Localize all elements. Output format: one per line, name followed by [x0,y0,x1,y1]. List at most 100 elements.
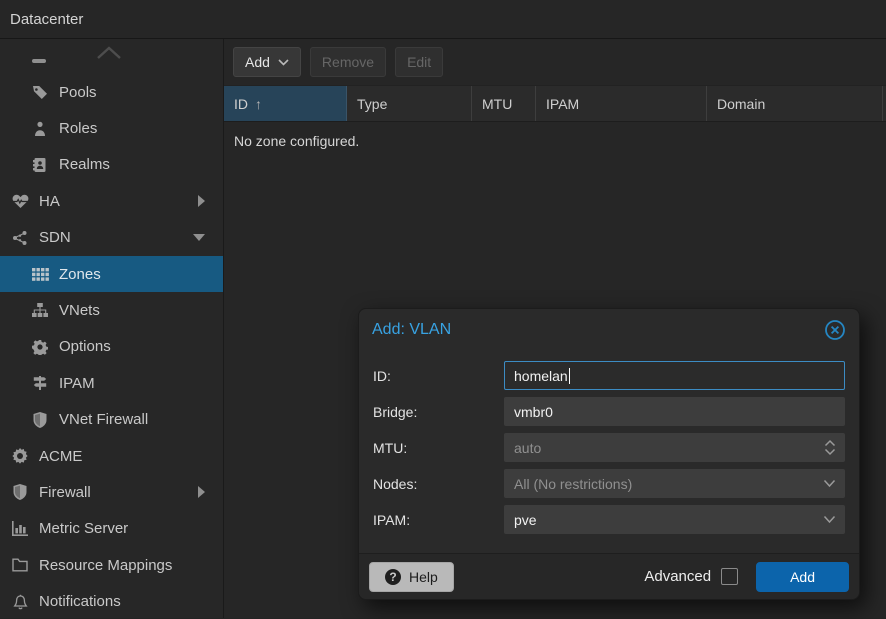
question-icon: ? [385,569,401,585]
shield-icon [30,412,50,428]
edit-button[interactable]: Edit [395,47,443,77]
sidebar-item-options[interactable]: Options [0,329,223,365]
dialog-header[interactable]: Add: VLAN [359,309,859,351]
sidebar-item-label: IPAM [59,375,95,392]
mtu-input-value: auto [514,440,541,456]
user-icon [30,121,50,137]
page-title: Datacenter [10,11,83,28]
sidebar-item-label: Resource Mappings [39,557,172,574]
sidebar-item-notifications[interactable]: Notifications [0,583,223,618]
ipam-label: IPAM: [373,512,504,528]
sidebar-item-label: Roles [59,120,97,137]
field-row-id: ID: homelan [373,361,845,390]
column-header-domain[interactable]: Domain [707,86,883,121]
chevron-down-icon[interactable] [823,479,836,488]
column-label: ID [234,96,248,112]
gear-icon [30,339,50,355]
column-header-type[interactable]: Type [347,86,472,121]
address-book-icon [30,157,50,173]
sidebar-item-resource-mappings[interactable]: Resource Mappings [0,547,223,583]
ipam-select[interactable]: pve [504,505,845,534]
advanced-label: Advanced [644,568,711,585]
sidebar-item-pools[interactable]: Pools [0,74,223,110]
chevron-down-icon[interactable] [823,515,836,524]
top-bar: Datacenter [0,0,886,39]
sidebar-item-label: ACME [39,448,82,465]
nodes-label: Nodes: [373,476,504,492]
column-label: Type [357,96,387,112]
chevron-down-icon [278,59,289,66]
bridge-input-value: vmbr0 [514,404,553,420]
nodes-select-value: All (No restrictions) [514,476,632,492]
sidebar-item-firewall[interactable]: Firewall [0,474,223,510]
scroll-up-indicator-icon[interactable] [95,45,123,61]
add-vlan-dialog: Add: VLAN ID: homelan Bridge: vmbr0 MTU:… [358,308,860,600]
sidebar-item-label: Pools [59,84,97,101]
table-empty-text: No zone configured. [224,122,886,160]
dialog-title: Add: VLAN [372,321,451,339]
network-icon [10,230,30,246]
sidebar-item-label: VNet Firewall [59,411,148,428]
mtu-label: MTU: [373,440,504,456]
certificate-icon [10,448,30,464]
close-icon[interactable] [824,319,846,341]
mtu-spinner[interactable]: auto [504,433,845,462]
add-button-label: Add [245,54,270,70]
chevron-right-icon[interactable] [198,486,205,498]
chevron-down-icon[interactable] [193,234,205,241]
field-row-nodes: Nodes: All (No restrictions) [373,469,845,498]
column-header-ipam[interactable]: IPAM [536,86,707,121]
bridge-input[interactable]: vmbr0 [504,397,845,426]
sitemap-icon [30,303,50,319]
chevron-right-icon[interactable] [198,195,205,207]
sidebar-item-metric-server[interactable]: Metric Server [0,511,223,547]
help-button-label: Help [409,569,438,585]
dialog-body: ID: homelan Bridge: vmbr0 MTU: auto [359,351,859,553]
sidebar-item-zones[interactable]: Zones [0,256,223,292]
sidebar-item-label: Realms [59,156,110,173]
id-label: ID: [373,368,504,384]
sidebar-item-label: Zones [59,266,101,283]
shield-icon [10,484,30,500]
table-header-row: ID ↑ Type MTU IPAM Domain [224,85,886,122]
nodes-select[interactable]: All (No restrictions) [504,469,845,498]
sidebar-item-label: Metric Server [39,520,128,537]
clipped-row-fragment [32,59,46,63]
sidebar-item-vnets[interactable]: VNets [0,292,223,328]
remove-button[interactable]: Remove [310,47,386,77]
sidebar-item-ipam[interactable]: IPAM [0,365,223,401]
bell-icon [10,594,30,610]
sidebar-item-roles[interactable]: Roles [0,110,223,146]
dialog-add-button[interactable]: Add [756,562,849,592]
field-row-ipam: IPAM: pve [373,505,845,534]
id-input[interactable]: homelan [504,361,845,390]
field-row-mtu: MTU: auto [373,433,845,462]
sidebar-item-realms[interactable]: Realms [0,147,223,183]
add-button[interactable]: Add [233,47,301,77]
sidebar-item-vnet-firewall[interactable]: VNet Firewall [0,402,223,438]
column-label: Domain [717,96,765,112]
sidebar-item-label: Firewall [39,484,91,501]
column-label: MTU [482,96,512,112]
sidebar-item-acme[interactable]: ACME [0,438,223,474]
resource-tree-sidebar: Pools Roles Realms HA SDN [0,39,224,618]
edit-button-label: Edit [407,54,431,70]
sidebar-item-label: Options [59,338,111,355]
advanced-checkbox[interactable] [721,568,738,585]
ipam-select-value: pve [514,512,537,528]
sidebar-item-label: HA [39,193,60,210]
sidebar-item-ha[interactable]: HA [0,183,223,219]
sidebar-item-sdn[interactable]: SDN [0,220,223,256]
remove-button-label: Remove [322,54,374,70]
bar-chart-icon [10,521,30,537]
help-button[interactable]: ? Help [369,562,454,592]
column-header-mtu[interactable]: MTU [472,86,536,121]
grid-icon [30,266,50,282]
column-label: IPAM [546,96,579,112]
folder-icon [10,557,30,573]
spinner-up-down-icon[interactable] [824,439,836,456]
dialog-footer: ? Help Advanced Add [359,553,859,599]
sidebar-item-label: SDN [39,229,71,246]
column-header-id[interactable]: ID ↑ [224,86,347,121]
heartbeat-icon [10,193,30,209]
